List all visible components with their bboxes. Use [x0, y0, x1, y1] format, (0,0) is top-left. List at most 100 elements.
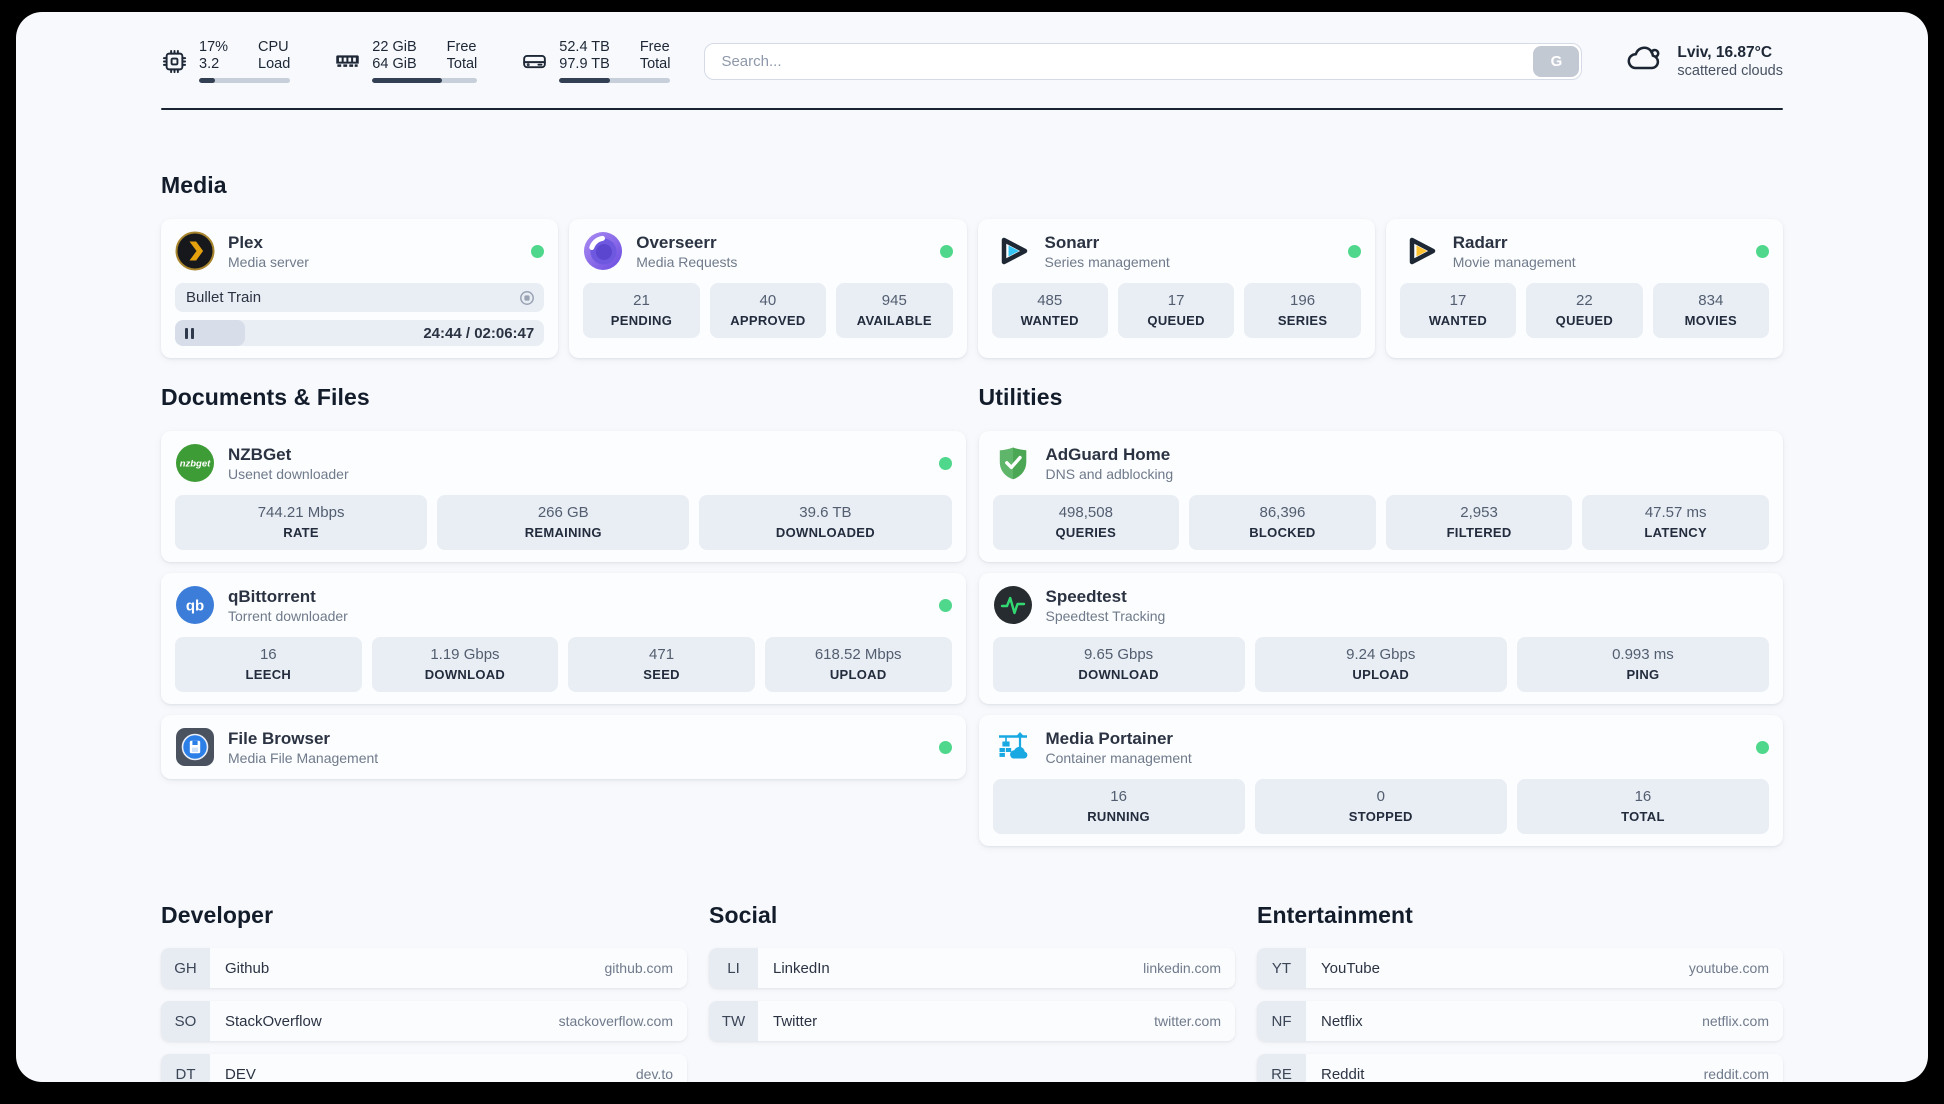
- stat-block: 744.21 Mbps RATE: [175, 495, 428, 550]
- bookmark-abbr: TW: [709, 1001, 758, 1041]
- stat-row: 485 WANTED 17 QUEUED 196 SERIES: [991, 283, 1361, 338]
- service-name: qBittorrent: [228, 586, 316, 606]
- bookmark-name: Netflix: [1321, 1012, 1363, 1030]
- stat-row: 21 PENDING 40 APPROVED 945 AVAILABLE: [583, 283, 953, 338]
- service-name: Media Portainer: [1045, 728, 1174, 748]
- bookmark-reddit[interactable]: RE Reddit reddit.com: [1257, 1054, 1783, 1082]
- dashboard-page: 17% 3.2 CPU Load 22 GiB 64 GiB Free Tota…: [16, 12, 1928, 1082]
- status-dot: [1347, 244, 1361, 258]
- status-dot: [1756, 244, 1769, 258]
- service-name: Sonarr: [1044, 232, 1100, 252]
- bookmark-stackoverflow[interactable]: SO StackOverflow stackoverflow.com: [161, 1001, 687, 1041]
- stat-block: 9.65 Gbps DOWNLOAD: [992, 637, 1245, 692]
- stat-block: 0 STOPPED: [1254, 779, 1507, 834]
- service-card-filebrowser[interactable]: File Browser Media File Management: [161, 715, 966, 779]
- disk-total-value: 97.9 TB: [559, 56, 610, 73]
- bookmark-linkedin[interactable]: LI LinkedIn linkedin.com: [709, 948, 1235, 988]
- dashboard-content: 17% 3.2 CPU Load 22 GiB 64 GiB Free Tota…: [161, 12, 1783, 1082]
- bookmark-netflix[interactable]: NF Netflix netflix.com: [1257, 1001, 1783, 1041]
- stat-block: 47.57 ms LATENCY: [1582, 495, 1769, 550]
- media-type-icon: [519, 290, 535, 306]
- card-header: File Browser Media File Management: [175, 727, 952, 767]
- search-engine-button[interactable]: G: [1533, 45, 1580, 77]
- cpu-label-bottom: Load: [258, 56, 291, 73]
- speedtest-icon: [993, 585, 1033, 625]
- service-description: Media server: [228, 253, 309, 270]
- playback-progress-row: 24:44 / 02:06:47: [175, 320, 545, 346]
- service-name: File Browser: [228, 728, 331, 748]
- stat-block: 16 LEECH: [175, 637, 362, 692]
- service-card-portainer[interactable]: Media Portainer Container management 16 …: [978, 715, 1783, 846]
- status-dot: [938, 598, 952, 612]
- bookmark-dev[interactable]: DT DEV dev.to: [161, 1054, 687, 1082]
- topbar-divider: [161, 108, 1783, 110]
- disk-stat: 52.4 TB 97.9 TB Free Total: [521, 39, 671, 83]
- status-dot: [938, 456, 952, 470]
- bookmark-name: DEV: [225, 1065, 256, 1083]
- service-name: Overseerr: [636, 232, 717, 252]
- card-header: Speedtest Speedtest Tracking: [993, 585, 1770, 625]
- stat-block: 17 QUEUED: [1117, 283, 1235, 338]
- service-card-nzbget[interactable]: nzbget NZBGet Usenet downloader 744.21 M…: [161, 431, 966, 562]
- service-card-qbittorrent[interactable]: qb qBittorrent Torrent downloader 16 LEE…: [161, 573, 966, 704]
- service-name: Radarr: [1452, 232, 1508, 252]
- cpu-progress-bar: [199, 78, 291, 83]
- service-description: DNS and adblocking: [1045, 465, 1174, 482]
- card-header: Sonarr Series management: [992, 231, 1361, 271]
- disk-icon: [521, 48, 548, 75]
- service-description: Series management: [1044, 253, 1170, 270]
- service-name: Speedtest: [1045, 586, 1127, 606]
- bookmark-group-developer: Developer GH Github github.com SO StackO…: [161, 902, 687, 1082]
- section-heading-social: Social: [709, 902, 778, 928]
- service-description: Usenet downloader: [228, 465, 349, 482]
- bookmark-group-entertainment: Entertainment YT YouTube youtube.com NF …: [1257, 902, 1783, 1082]
- bookmark-url: linkedin.com: [1143, 960, 1221, 976]
- stat-block: 945 AVAILABLE: [836, 283, 953, 338]
- bookmark-youtube[interactable]: YT YouTube youtube.com: [1257, 948, 1783, 988]
- pause-icon: [185, 327, 194, 339]
- sonarr-icon: [992, 231, 1032, 271]
- media-card-grid: Plex Media server Bullet Train 24:44 / 0…: [161, 219, 1783, 358]
- top-bar: 17% 3.2 CPU Load 22 GiB 64 GiB Free Tota…: [161, 36, 1783, 86]
- stat-block: 17 WANTED: [1399, 283, 1517, 338]
- service-card-radarr[interactable]: Radarr Movie management 17 WANTED 22 QUE…: [1385, 219, 1783, 358]
- stat-block: 86,396 BLOCKED: [1189, 495, 1376, 550]
- disk-label-top: Free: [639, 39, 670, 56]
- stat-block: 1.19 Gbps DOWNLOAD: [371, 637, 559, 692]
- utilities-column: Utilities AdGuard Home DNS and adblockin…: [978, 384, 1783, 846]
- bookmark-name: YouTube: [1321, 959, 1380, 977]
- card-header: Media Portainer Container management: [993, 727, 1769, 767]
- stat-row: 498,508 QUERIES 86,396 BLOCKED 2,953 FIL…: [992, 495, 1769, 550]
- section-heading-utilities: Utilities: [978, 384, 1063, 410]
- stat-block: 40 APPROVED: [709, 283, 827, 338]
- memory-icon: [334, 48, 361, 75]
- cpu-stat: 17% 3.2 CPU Load: [161, 39, 291, 83]
- radarr-icon: [1400, 231, 1440, 271]
- status-dot: [938, 740, 952, 754]
- service-card-sonarr[interactable]: Sonarr Series management 485 WANTED 17 Q…: [977, 219, 1375, 358]
- service-card-adguard[interactable]: AdGuard Home DNS and adblocking 498,508 …: [978, 431, 1783, 562]
- service-description: Container management: [1045, 749, 1192, 766]
- bookmark-abbr: SO: [161, 1001, 210, 1041]
- service-card-plex[interactable]: Plex Media server Bullet Train 24:44 / 0…: [161, 219, 559, 358]
- bookmark-github[interactable]: GH Github github.com: [161, 948, 687, 988]
- stat-block: 834 MOVIES: [1652, 283, 1770, 338]
- section-heading-media: Media: [161, 172, 227, 198]
- card-header: Overseerr Media Requests: [583, 231, 953, 271]
- bookmark-twitter[interactable]: TW Twitter twitter.com: [709, 1001, 1235, 1041]
- bookmark-name: Twitter: [773, 1012, 818, 1030]
- search-input[interactable]: [704, 42, 1583, 80]
- svg-text:nzbget: nzbget: [180, 459, 211, 470]
- service-name: AdGuard Home: [1045, 444, 1171, 464]
- card-header: AdGuard Home DNS and adblocking: [993, 443, 1770, 483]
- documents-column: Documents & Files nzbget NZBGet Usenet d…: [161, 384, 966, 846]
- bookmark-url: dev.to: [635, 1066, 673, 1082]
- service-card-overseerr[interactable]: Overseerr Media Requests 21 PENDING 40 A…: [569, 219, 967, 358]
- playback-time: 24:44 / 02:06:47: [423, 324, 535, 342]
- stat-row: 9.65 Gbps DOWNLOAD 9.24 Gbps UPLOAD 0.99…: [992, 637, 1770, 692]
- service-card-speedtest[interactable]: Speedtest Speedtest Tracking 9.65 Gbps D…: [978, 573, 1783, 704]
- overseerr-icon: [583, 231, 623, 271]
- bookmark-name: StackOverflow: [225, 1012, 322, 1030]
- bookmarks-grid: Developer GH Github github.com SO StackO…: [161, 902, 1783, 1082]
- bookmark-abbr: DT: [161, 1054, 210, 1082]
